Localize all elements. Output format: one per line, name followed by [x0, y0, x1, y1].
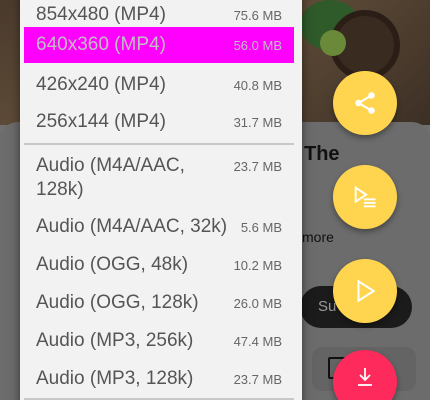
menu-item-label: 854x480 (MP4) — [36, 4, 166, 25]
menu-item-audio-m4a-32k[interactable]: Audio (M4A/AAC, 32k) 5.6 MB — [24, 208, 294, 246]
video-title: The — [304, 143, 340, 165]
menu-item-size: 10.2 MB — [233, 257, 282, 273]
menu-item-size: 75.6 MB — [233, 7, 282, 23]
menu-item-label: Audio (MP3, 256k) — [36, 330, 194, 351]
menu-item-label: Audio (OGG, 128k) — [36, 292, 199, 313]
playlist-add-icon — [351, 183, 379, 211]
menu-item-size: 56.0 MB — [233, 37, 282, 53]
play-icon — [352, 278, 378, 304]
share-icon — [352, 90, 378, 116]
menu-item-audio-ogg-48k[interactable]: Audio (OGG, 48k) 10.2 MB — [24, 246, 294, 284]
menu-item-size: 26.0 MB — [233, 295, 282, 311]
menu-item-label: Audio (M4A/AAC, 32k) — [36, 216, 228, 237]
share-button[interactable] — [333, 71, 397, 135]
menu-item-label: Audio (MP3, 128k) — [36, 368, 194, 389]
download-icon — [353, 365, 377, 389]
menu-item-640x360[interactable]: 640x360 (MP4) 56.0 MB — [24, 27, 294, 63]
quality-menu: 854x480 (MP4) 75.6 MB 640x360 (MP4) 56.0… — [20, 0, 302, 400]
menu-item-audio-mp3-128k[interactable]: Audio (MP3, 128k) 23.7 MB — [24, 360, 294, 398]
show-more-link[interactable]: more — [302, 229, 334, 245]
menu-item-audio-ogg-128k[interactable]: Audio (OGG, 128k) 26.0 MB — [24, 284, 294, 322]
menu-item-label: 426x240 (MP4) — [36, 74, 166, 95]
menu-item-label: Audio (M4A/AAC, 128k) — [36, 155, 185, 200]
menu-item-size: 23.7 MB — [233, 371, 282, 387]
menu-item-label: 640x360 (MP4) — [36, 34, 166, 55]
menu-divider — [24, 143, 294, 145]
menu-item-label: 256x144 (MP4) — [36, 111, 166, 132]
menu-item-size: 47.4 MB — [233, 333, 282, 349]
menu-item-size: 31.7 MB — [233, 114, 282, 130]
play-button[interactable] — [333, 259, 397, 323]
menu-item-size: 40.8 MB — [233, 77, 282, 93]
menu-item-426x240[interactable]: 426x240 (MP4) 40.8 MB — [24, 66, 294, 104]
add-to-playlist-button[interactable] — [333, 165, 397, 229]
menu-item-audio-mp3-256k[interactable]: Audio (MP3, 256k) 47.4 MB — [24, 322, 294, 360]
menu-item-label: Audio (OGG, 48k) — [36, 254, 189, 275]
menu-item-audio-m4a-128k[interactable]: Audio (M4A/AAC, 128k) 23.7 MB — [24, 154, 294, 204]
menu-item-256x144[interactable]: 256x144 (MP4) 31.7 MB — [24, 103, 294, 141]
menu-item-size: 23.7 MB — [233, 159, 282, 174]
menu-item-size: 5.6 MB — [240, 219, 282, 235]
